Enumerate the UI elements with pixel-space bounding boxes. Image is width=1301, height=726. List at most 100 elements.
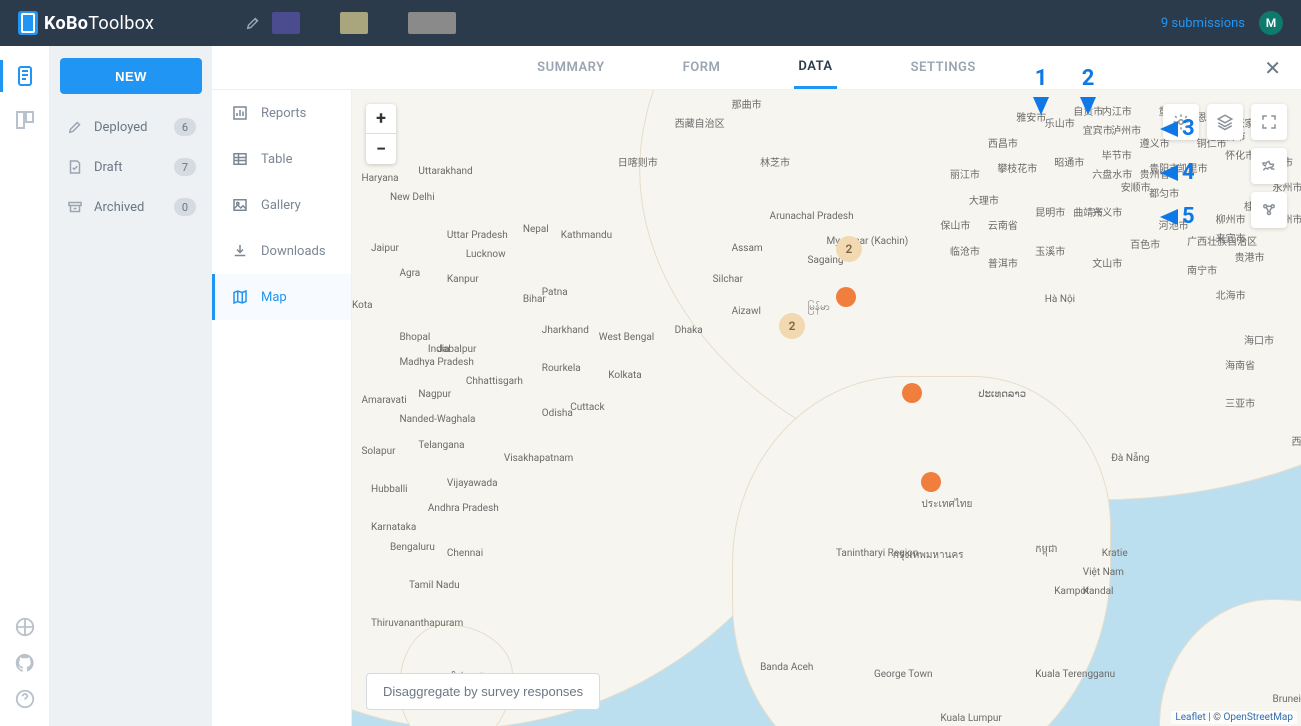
map-city-label: 云南省 bbox=[988, 217, 1018, 232]
map-city-label: Bhopal bbox=[399, 332, 430, 343]
map-city-label: Madhya Pradesh bbox=[399, 357, 473, 368]
map-city-label: Hà Nội bbox=[1045, 294, 1075, 305]
tab-data[interactable]: DATA bbox=[794, 47, 836, 89]
rail-library[interactable] bbox=[13, 108, 37, 132]
color-swatch-1 bbox=[272, 12, 300, 34]
annotation-callout: 4 bbox=[1160, 160, 1195, 185]
map-city-label: 文山市 bbox=[1092, 255, 1122, 270]
map-city-label: 北海市 bbox=[1216, 287, 1246, 302]
map-city-label: Kolkata bbox=[608, 370, 642, 381]
project-sidebar: NEW Deployed 6 Draft 7 Archived 0 bbox=[50, 46, 212, 726]
zoom-control: + − bbox=[366, 104, 396, 164]
map-city-label: West Bengal bbox=[599, 332, 654, 343]
datanav-label: Gallery bbox=[261, 198, 301, 213]
leaflet-link[interactable]: Leaflet bbox=[1175, 712, 1205, 723]
map-city-label: Brunei bbox=[1273, 694, 1301, 705]
map-marker[interactable] bbox=[836, 287, 856, 307]
map-city-label: Lucknow bbox=[466, 249, 506, 260]
map-icon bbox=[231, 288, 249, 306]
map-city-label: New Delhi bbox=[390, 192, 435, 203]
datanav-reports[interactable]: Reports bbox=[212, 90, 351, 136]
map-city-label: India bbox=[428, 344, 450, 355]
avatar[interactable]: M bbox=[1259, 11, 1283, 35]
sidebar-item-draft[interactable]: Draft 7 bbox=[60, 150, 202, 184]
map-city-label: Jaipur bbox=[371, 243, 399, 254]
map-city-label: Assam bbox=[732, 243, 763, 254]
heatmap-icon bbox=[1260, 157, 1278, 175]
map-marker[interactable] bbox=[921, 472, 941, 492]
map-city-label: 三亚市 bbox=[1225, 395, 1255, 410]
datanav-label: Reports bbox=[261, 106, 306, 121]
datanav-downloads[interactable]: Downloads bbox=[212, 228, 351, 274]
fullscreen-icon bbox=[1260, 113, 1278, 131]
map-city-label: 大理市 bbox=[969, 192, 999, 207]
map-city-label: Kratie bbox=[1102, 548, 1128, 559]
osm-link[interactable]: OpenStreetMap bbox=[1224, 712, 1294, 723]
map-city-label: Uttar Pradesh bbox=[447, 230, 508, 241]
tab-settings[interactable]: SETTINGS bbox=[907, 48, 980, 87]
draft-icon bbox=[66, 158, 84, 176]
tab-form[interactable]: FORM bbox=[679, 48, 725, 87]
disaggregate-button[interactable]: Disaggregate by survey responses bbox=[366, 673, 600, 710]
map-city-label: 日喀则市 bbox=[618, 154, 658, 169]
logo-mark-icon bbox=[18, 11, 38, 35]
annotation-callout: 5 bbox=[1160, 204, 1195, 229]
downloads-icon bbox=[231, 242, 249, 260]
archived-icon bbox=[66, 198, 84, 216]
source-icon[interactable] bbox=[14, 616, 36, 638]
map-canvas[interactable]: New DelhiKathmanduJaipurLucknowKanpurPat… bbox=[352, 90, 1301, 726]
map-city-label: Nanded-Waghala bbox=[399, 414, 475, 425]
map-city-label: Kanpur bbox=[447, 274, 479, 285]
map-city-label: 玉溪市 bbox=[1035, 243, 1065, 258]
map-city-label: Đà Nẵng bbox=[1111, 453, 1149, 464]
map-city-label: Rourkela bbox=[542, 363, 581, 374]
map-city-label: ประเทศไทย bbox=[921, 497, 972, 512]
map-cluster-button[interactable] bbox=[1251, 192, 1287, 228]
map-city-label: 南宁市 bbox=[1187, 262, 1217, 277]
map-city-label: 西昌市 bbox=[988, 135, 1018, 150]
datanav-table[interactable]: Table bbox=[212, 136, 351, 182]
map-city-label: Kota bbox=[352, 300, 373, 311]
sidebar-item-label: Draft bbox=[94, 160, 123, 175]
sidebar-item-archived[interactable]: Archived 0 bbox=[60, 190, 202, 224]
datanav-gallery[interactable]: Gallery bbox=[212, 182, 351, 228]
map-city-label: 贵港市 bbox=[1235, 249, 1265, 264]
map-city-label: 攀枝花市 bbox=[997, 160, 1037, 175]
map-city-label: 泸州市 bbox=[1111, 122, 1141, 137]
map-city-label: Jharkhand bbox=[542, 325, 589, 336]
map-city-label: Banda Aceh bbox=[760, 662, 813, 673]
logo[interactable]: KoBoToolbox bbox=[18, 11, 154, 35]
map-city-label: Thiruvananthapuram bbox=[371, 618, 463, 629]
map-cluster[interactable]: 2 bbox=[779, 313, 805, 339]
map-heatmap-button[interactable] bbox=[1251, 148, 1287, 184]
map-controls-stack bbox=[1251, 148, 1287, 228]
submissions-count[interactable]: 9 submissions bbox=[1161, 16, 1245, 31]
map-attribution: Leaflet | © OpenStreetMap bbox=[1171, 711, 1297, 724]
sidebar-item-deployed[interactable]: Deployed 6 bbox=[60, 110, 202, 144]
map-marker[interactable] bbox=[902, 383, 922, 403]
rail-forms[interactable] bbox=[13, 64, 37, 88]
color-swatch-3 bbox=[408, 12, 456, 34]
map-city-label: 都匀市 bbox=[1149, 185, 1179, 200]
map-fullscreen-button[interactable] bbox=[1251, 104, 1287, 140]
rocket-icon[interactable] bbox=[244, 14, 262, 32]
datanav-map[interactable]: Map bbox=[212, 274, 351, 320]
tab-summary[interactable]: SUMMARY bbox=[533, 48, 608, 87]
map-layers-button[interactable] bbox=[1207, 104, 1243, 140]
zoom-in-button[interactable]: + bbox=[366, 104, 396, 134]
map-city-label: Vijayawada bbox=[447, 478, 498, 489]
cluster-icon bbox=[1260, 201, 1278, 219]
content-area: SUMMARY FORM DATA SETTINGS ✕ Reports Tab… bbox=[212, 46, 1301, 726]
map-city-label: Kuala Lumpur bbox=[940, 713, 1001, 724]
reports-icon bbox=[231, 104, 249, 122]
map-city-label: Bihar bbox=[523, 294, 546, 305]
github-icon[interactable] bbox=[14, 652, 36, 674]
new-button[interactable]: NEW bbox=[60, 58, 202, 94]
map-city-label: Agra bbox=[399, 268, 420, 279]
map-city-label: Kathmandu bbox=[561, 230, 612, 241]
help-icon[interactable] bbox=[14, 688, 36, 710]
close-icon[interactable]: ✕ bbox=[1264, 56, 1281, 80]
count-badge: 6 bbox=[174, 118, 196, 136]
zoom-out-button[interactable]: − bbox=[366, 134, 396, 164]
map-city-label: កម្ពុជា bbox=[1035, 542, 1057, 557]
